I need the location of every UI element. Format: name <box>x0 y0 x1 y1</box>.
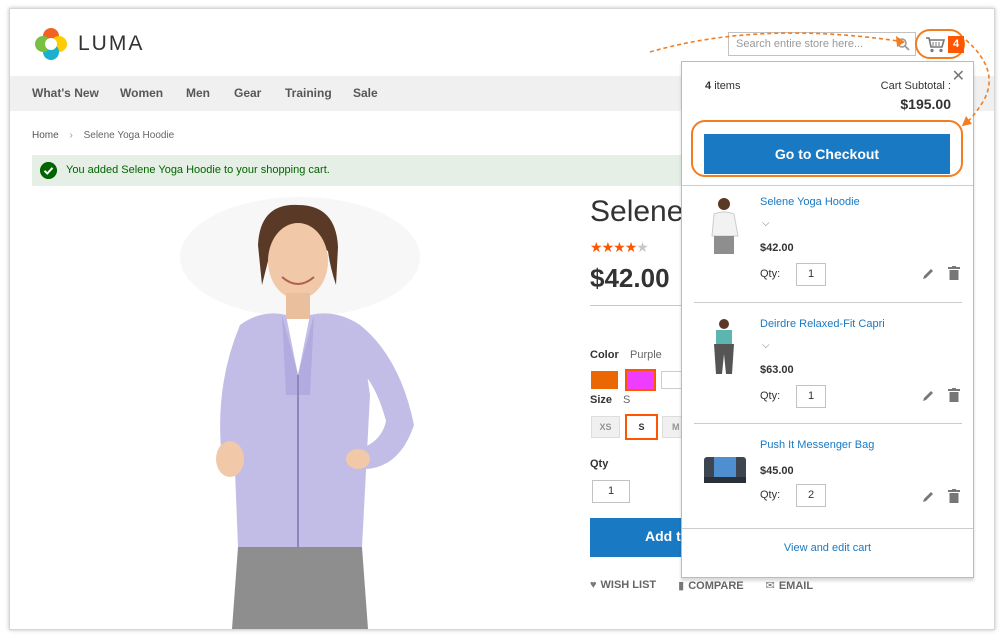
search-placeholder: Search entire store here... <box>736 38 864 50</box>
email-label: EMAIL <box>778 580 814 592</box>
trash-icon[interactable] <box>948 388 960 402</box>
minicart-button[interactable]: 4 <box>915 29 965 59</box>
minicart-dropdown: ✕ 4 items Cart Subtotal : $195.00 Go to … <box>681 61 974 578</box>
color-swatch-orange[interactable] <box>591 371 618 389</box>
nav-item-sale[interactable]: Sale <box>353 86 378 100</box>
trash-icon[interactable] <box>948 489 960 503</box>
chevron-down-icon[interactable]: ⌵ <box>762 340 770 351</box>
divider <box>682 528 973 529</box>
product-thumbnail[interactable] <box>700 439 750 499</box>
envelope-icon: ✉ <box>765 580 775 592</box>
minicart-item: Selene Yoga Hoodie ⌵ $42.00 Qty: 1 <box>694 188 962 308</box>
item-price: $45.00 <box>760 465 794 477</box>
color-value: Purple <box>630 349 662 361</box>
heart-icon: ♥ <box>590 579 597 591</box>
item-name[interactable]: Push It Messenger Bag <box>760 439 874 451</box>
item-qty-label: Qty: <box>760 390 781 402</box>
minicart-item: Push It Messenger Bag $45.00 Qty: 2 <box>694 431 962 551</box>
minicart-items-count: 4 items <box>705 80 740 92</box>
breadcrumb-current: Selene Yoga Hoodie <box>83 130 175 141</box>
shopping-cart-icon <box>926 37 946 53</box>
items-count-value: 4 <box>705 80 712 92</box>
color-label: Color <box>590 349 619 361</box>
product-thumbnail[interactable] <box>700 318 750 378</box>
brand-name: LUMA <box>78 32 145 55</box>
items-count-label: items <box>714 80 741 92</box>
compare-link[interactable]: ▮ COMPARE <box>678 579 743 592</box>
subtotal-value: $195.00 <box>900 96 951 112</box>
compare-label: COMPARE <box>688 580 744 592</box>
pencil-icon[interactable] <box>922 268 934 280</box>
qty-input[interactable]: 1 <box>592 480 630 503</box>
compare-icon: ▮ <box>678 580 685 592</box>
view-and-edit-cart-link[interactable]: View and edit cart <box>682 542 973 554</box>
size-label: Size <box>590 394 613 406</box>
qty-label: Qty <box>590 458 609 470</box>
checkmark-icon <box>40 162 57 179</box>
search-input[interactable]: Search entire store here... <box>728 32 916 56</box>
chevron-right-icon: › <box>69 130 73 141</box>
product-image[interactable] <box>170 197 430 629</box>
product-price: $42.00 <box>590 263 670 293</box>
item-qty-input[interactable]: 1 <box>796 263 826 286</box>
item-name[interactable]: Deirdre Relaxed-Fit Capri <box>760 318 885 330</box>
star-empty-icon: ★ <box>636 239 649 255</box>
pencil-icon[interactable] <box>922 491 934 503</box>
size-value: S <box>623 394 631 406</box>
success-message-text: You added Selene Yoga Hoodie to your sho… <box>66 164 330 176</box>
item-qty-label: Qty: <box>760 489 781 501</box>
minicart-item: Deirdre Relaxed-Fit Capri ⌵ $63.00 Qty: … <box>694 310 962 430</box>
size-option-s[interactable]: S <box>625 414 658 440</box>
cart-count-badge: 4 <box>948 36 964 53</box>
breadcrumb-home[interactable]: Home <box>32 130 59 141</box>
wishlist-link[interactable]: ♥ WISH LIST <box>590 579 656 592</box>
divider <box>694 423 962 424</box>
item-qty-label: Qty: <box>760 268 781 280</box>
nav-item-men[interactable]: Men <box>186 86 210 100</box>
nav-item-women[interactable]: Women <box>120 86 163 100</box>
item-price: $63.00 <box>760 364 794 376</box>
logo[interactable]: LUMA <box>34 27 144 61</box>
wishlist-label: WISH LIST <box>600 579 657 591</box>
go-to-checkout-button[interactable]: Go to Checkout <box>704 134 950 174</box>
success-message: You added Selene Yoga Hoodie to your sho… <box>32 155 692 186</box>
rating-stars[interactable]: ★★★★★ <box>590 239 649 256</box>
chevron-down-icon[interactable]: ⌵ <box>762 218 770 229</box>
trash-icon[interactable] <box>948 266 960 280</box>
nav-item-training[interactable]: Training <box>285 86 332 100</box>
product-actions: ♥ WISH LIST ▮ COMPARE ✉ EMAIL <box>590 579 813 592</box>
star-icon: ★ <box>590 239 603 255</box>
add-to-cart-button[interactable]: Add to Cart <box>590 518 690 557</box>
subtotal-label: Cart Subtotal : <box>880 80 951 92</box>
luma-logo-icon <box>35 28 67 60</box>
nav-item-gear[interactable]: Gear <box>234 86 261 100</box>
star-icon: ★ <box>613 239 626 255</box>
item-qty-input[interactable]: 2 <box>796 484 826 507</box>
divider <box>590 305 690 306</box>
item-qty-input[interactable]: 1 <box>796 385 826 408</box>
nav-item-whats-new[interactable]: What's New <box>32 86 99 100</box>
item-price: $42.00 <box>760 242 794 254</box>
search-icon[interactable] <box>896 37 910 51</box>
divider <box>694 302 962 303</box>
email-link[interactable]: ✉ EMAIL <box>766 579 813 592</box>
browser-page: LUMA Search entire store here... 4 What'… <box>9 8 995 630</box>
color-swatch-purple[interactable] <box>625 369 656 391</box>
divider <box>682 185 973 186</box>
product-thumbnail[interactable] <box>700 196 750 256</box>
star-icon: ★ <box>601 239 615 255</box>
item-name[interactable]: Selene Yoga Hoodie <box>760 196 860 208</box>
star-icon: ★ <box>624 239 638 255</box>
breadcrumb: Home › Selene Yoga Hoodie <box>32 130 174 141</box>
size-option-xs[interactable]: XS <box>591 416 620 438</box>
product-title: Selene <box>590 195 684 228</box>
close-icon[interactable]: ✕ <box>952 66 965 86</box>
pencil-icon[interactable] <box>922 390 934 402</box>
